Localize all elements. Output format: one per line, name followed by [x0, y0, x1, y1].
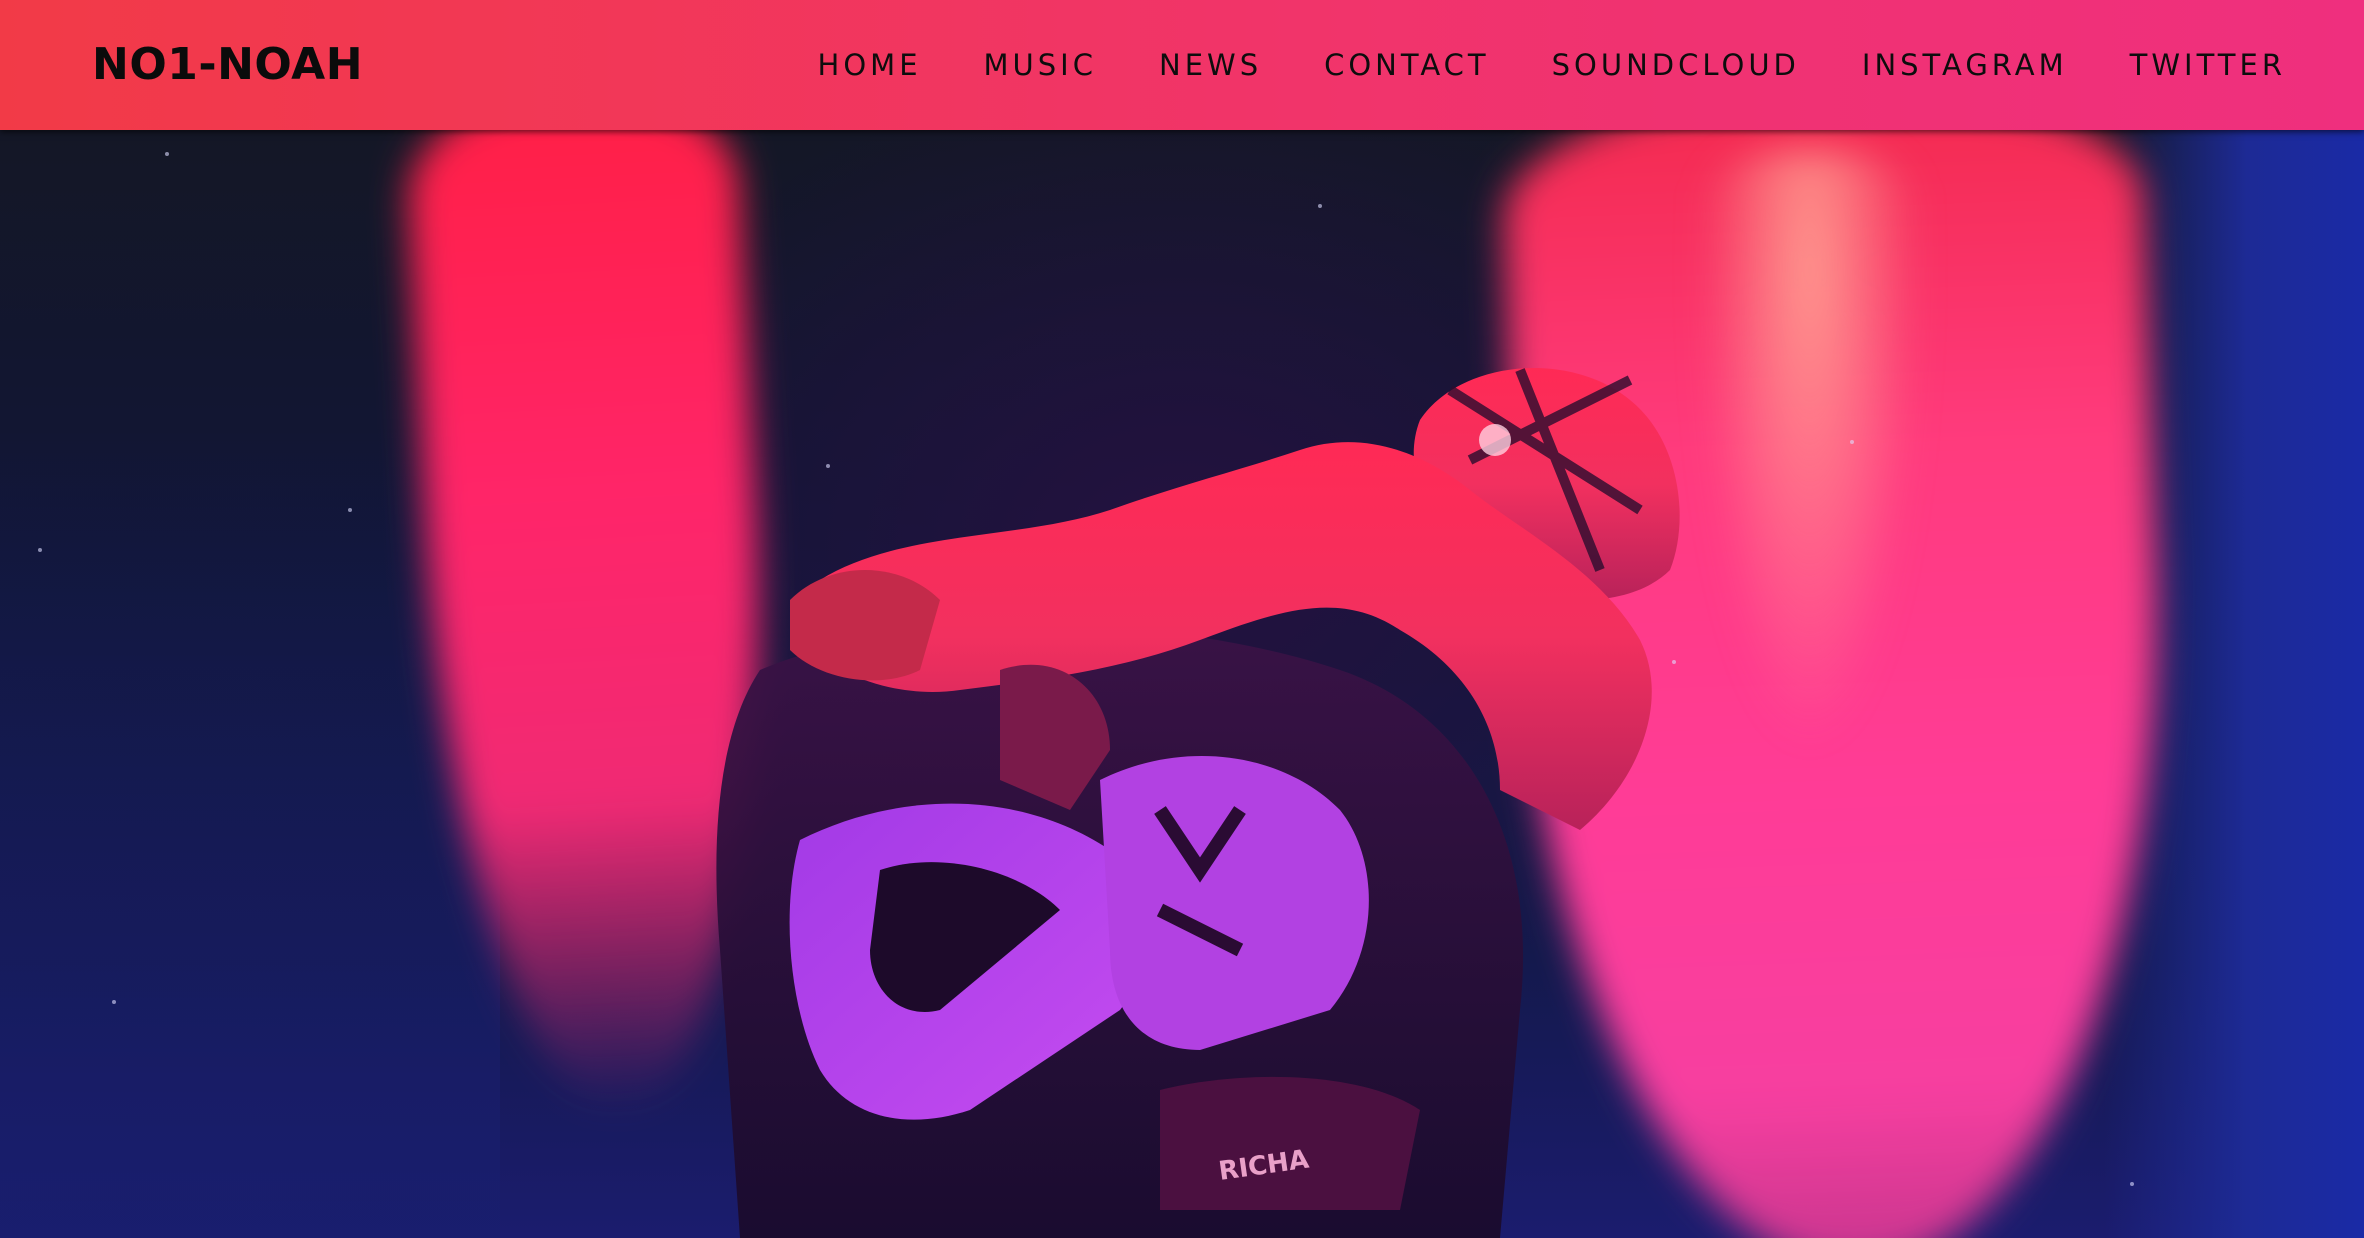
site-header: NO1-NOAH HOME MUSIC NEWS CONTACT SOUNDCL…: [0, 0, 2364, 130]
motorcycle-rider-graphic: RICHA: [716, 367, 1680, 1238]
dust-speck: [1672, 660, 1676, 664]
dust-speck: [348, 508, 352, 512]
dust-speck: [165, 152, 169, 156]
dust-speck: [1850, 440, 1854, 444]
dust-speck: [826, 464, 830, 468]
nav-instagram[interactable]: INSTAGRAM: [1862, 46, 2068, 84]
page: NO1-NOAH HOME MUSIC NEWS CONTACT SOUNDCL…: [0, 0, 2364, 1238]
nav-news[interactable]: NEWS: [1159, 46, 1262, 84]
hero-blue-haze-left: [0, 430, 500, 1238]
dust-speck: [2130, 1182, 2134, 1186]
dust-speck: [1318, 204, 1322, 208]
site-logo[interactable]: NO1-NOAH: [92, 38, 363, 92]
dust-speck: [112, 1000, 116, 1004]
nav-music[interactable]: MUSIC: [984, 46, 1097, 84]
nav-twitter[interactable]: TWITTER: [2130, 46, 2286, 84]
nav-contact[interactable]: CONTACT: [1324, 46, 1490, 84]
hero-image: RICHA: [0, 130, 2364, 1238]
main-nav: HOME MUSIC NEWS CONTACT SOUNDCLOUD INSTA…: [818, 46, 2286, 84]
dust-speck: [38, 548, 42, 552]
nav-soundcloud[interactable]: SOUNDCLOUD: [1552, 46, 1800, 84]
nav-home[interactable]: HOME: [818, 46, 922, 84]
